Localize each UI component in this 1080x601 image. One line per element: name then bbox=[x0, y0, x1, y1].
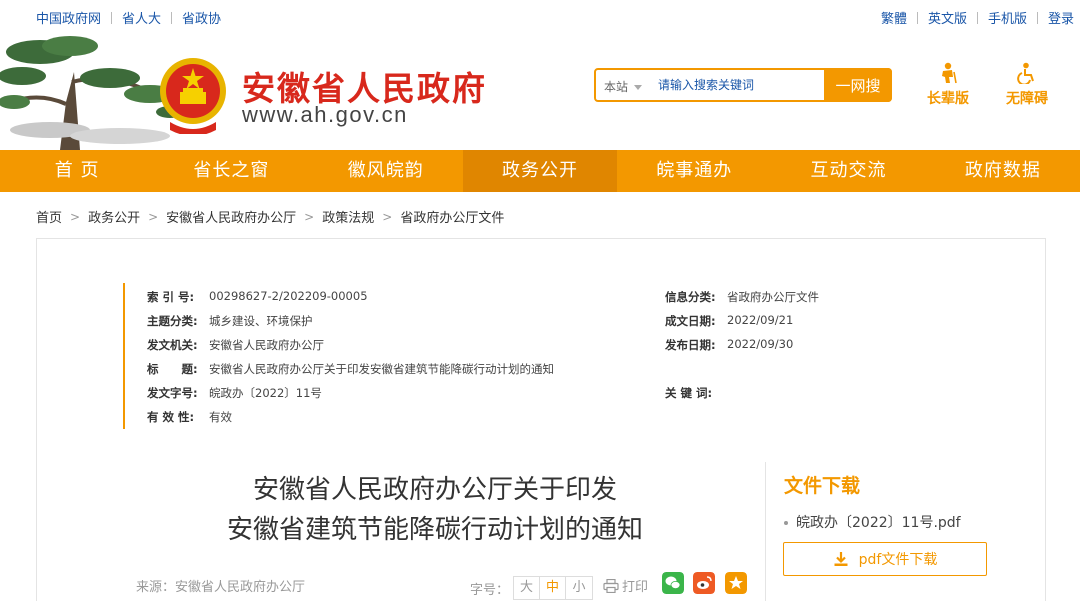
nav-item-gov-data[interactable]: 政府数据 bbox=[926, 150, 1080, 192]
font-size-options: 大 中 小 bbox=[513, 576, 594, 600]
accessibility-label: 无障碍 bbox=[1006, 91, 1048, 107]
chevron-right-icon: > bbox=[382, 209, 393, 224]
download-file-link[interactable]: 皖政办〔2022〕11号.pdf bbox=[784, 512, 961, 532]
sidebar-divider bbox=[765, 462, 766, 601]
chevron-down-icon bbox=[634, 85, 643, 90]
font-size-small-button[interactable]: 小 bbox=[566, 577, 592, 599]
welcoming-pine-illustration bbox=[0, 36, 180, 150]
document-source: 来源：安徽省人民政府办公厅 bbox=[136, 580, 306, 595]
document-title-line-1: 安徽省人民政府办公厅关于印发 bbox=[252, 475, 617, 505]
nav-item-gov-affairs[interactable]: 政务公开 bbox=[462, 150, 618, 192]
print-label: 打印 bbox=[622, 580, 649, 595]
breadcrumb-office[interactable]: 安徽省人民政府办公厅 bbox=[166, 207, 296, 226]
breadcrumb: 首页 > 政务公开 > 安徽省人民政府办公厅 > 政策法规 > 省政府办公厅文件 bbox=[36, 207, 504, 227]
accessibility-button[interactable]: 无障碍 bbox=[1006, 62, 1048, 108]
print-button[interactable]: 打印 bbox=[603, 576, 648, 595]
meta-doc-number: 发文字号: 皖政办〔2022〕11号 bbox=[147, 386, 322, 400]
search-scope-select[interactable]: 本站 bbox=[604, 78, 643, 95]
site-url: www.ah.gov.cn bbox=[242, 102, 408, 127]
document-title: 安徽省人民政府办公厅关于印发 安徽省建筑节能降碳行动计划的通知 bbox=[130, 470, 740, 550]
breadcrumb-policies[interactable]: 政策法规 bbox=[322, 207, 374, 226]
font-size-control: 字号： 大 中 小 bbox=[470, 576, 594, 600]
elder-mode-label: 长辈版 bbox=[927, 91, 969, 107]
link-cppcc[interactable]: 省政协 bbox=[182, 8, 221, 27]
site-header: 安徽省人民政府 www.ah.gov.cn 本站 一网搜 长辈版 无障碍 bbox=[0, 32, 1080, 150]
weibo-share-icon[interactable] bbox=[693, 572, 715, 594]
meta-index: 索 引 号: 00298627-2/202209-00005 bbox=[147, 289, 368, 304]
nav-item-home[interactable]: 首 页 bbox=[0, 150, 154, 192]
main-nav: 首 页 省长之窗 徽风皖韵 政务公开 皖事通办 互动交流 政府数据 bbox=[0, 150, 1080, 192]
meta-title: 标 题: 安徽省人民政府办公厅关于印发安徽省建筑节能降碳行动计划的通知 bbox=[147, 362, 554, 376]
wechat-share-icon[interactable] bbox=[662, 572, 684, 594]
elder-person-icon bbox=[942, 62, 957, 84]
meta-published-date: 发布日期: 2022/09/30 bbox=[665, 337, 794, 352]
nav-item-interaction[interactable]: 互动交流 bbox=[771, 150, 925, 192]
link-english[interactable]: 英文版 bbox=[928, 8, 967, 27]
divider bbox=[171, 11, 173, 24]
divider bbox=[916, 11, 918, 24]
bullet-dot bbox=[784, 521, 788, 525]
chevron-right-icon: > bbox=[148, 209, 159, 224]
pdf-download-label: pdf文件下载 bbox=[858, 552, 938, 568]
chevron-right-icon: > bbox=[304, 209, 315, 224]
meta-topic: 主题分类: 城乡建设、环境保护 bbox=[147, 314, 313, 328]
meta-keywords: 关 键 词: bbox=[665, 386, 713, 400]
chevron-right-icon: > bbox=[70, 209, 81, 224]
meta-category: 信息分类: 省政府办公厅文件 bbox=[665, 290, 819, 304]
elder-mode-button[interactable]: 长辈版 bbox=[927, 62, 969, 108]
meta-written-date: 成文日期: 2022/09/21 bbox=[665, 313, 794, 328]
link-login[interactable]: 登录 bbox=[1048, 8, 1074, 27]
breadcrumb-office-docs[interactable]: 省政府办公厅文件 bbox=[400, 207, 504, 226]
download-section-title: 文件下载 bbox=[784, 475, 861, 497]
pdf-download-button[interactable]: pdf文件下载 bbox=[783, 542, 987, 576]
search-box: 本站 一网搜 bbox=[594, 68, 892, 102]
top-link-bar: 中国政府网 省人大 省政协 繁體 英文版 手机版 登录 bbox=[0, 0, 1080, 32]
divider bbox=[111, 11, 113, 24]
top-links-right: 繁體 英文版 手机版 登录 bbox=[881, 8, 1074, 27]
document-metadata: 索 引 号: 00298627-2/202209-00005 信息分类: 省政府… bbox=[123, 283, 883, 429]
meta-issuer: 发文机关: 安徽省人民政府办公厅 bbox=[147, 338, 324, 352]
link-provincial-congress[interactable]: 省人大 bbox=[122, 8, 161, 27]
font-size-label: 字号： bbox=[470, 582, 510, 598]
nav-item-culture[interactable]: 徽风皖韵 bbox=[309, 150, 463, 192]
link-mobile[interactable]: 手机版 bbox=[988, 8, 1027, 27]
link-gov-cn[interactable]: 中国政府网 bbox=[36, 8, 101, 27]
wheelchair-icon bbox=[1017, 62, 1034, 84]
national-emblem-icon bbox=[160, 58, 226, 134]
printer-icon bbox=[603, 578, 619, 593]
search-button[interactable]: 一网搜 bbox=[824, 68, 892, 102]
download-icon bbox=[834, 552, 848, 566]
link-traditional-chinese[interactable]: 繁體 bbox=[881, 8, 907, 27]
divider bbox=[976, 11, 978, 24]
nav-item-governor[interactable]: 省长之窗 bbox=[154, 150, 308, 192]
top-links-left: 中国政府网 省人大 省政协 bbox=[36, 8, 221, 27]
font-size-medium-button[interactable]: 中 bbox=[540, 577, 567, 599]
favorite-star-icon[interactable] bbox=[725, 572, 747, 594]
divider bbox=[1036, 11, 1038, 24]
document-title-line-2: 安徽省建筑节能降碳行动计划的通知 bbox=[226, 515, 643, 545]
breadcrumb-home[interactable]: 首页 bbox=[36, 207, 62, 226]
search-input[interactable] bbox=[658, 76, 818, 94]
font-size-large-button[interactable]: 大 bbox=[514, 577, 541, 599]
meta-validity: 有 效 性: 有效 bbox=[147, 410, 232, 424]
nav-item-services[interactable]: 皖事通办 bbox=[617, 150, 771, 192]
breadcrumb-gov-affairs[interactable]: 政务公开 bbox=[88, 207, 140, 226]
